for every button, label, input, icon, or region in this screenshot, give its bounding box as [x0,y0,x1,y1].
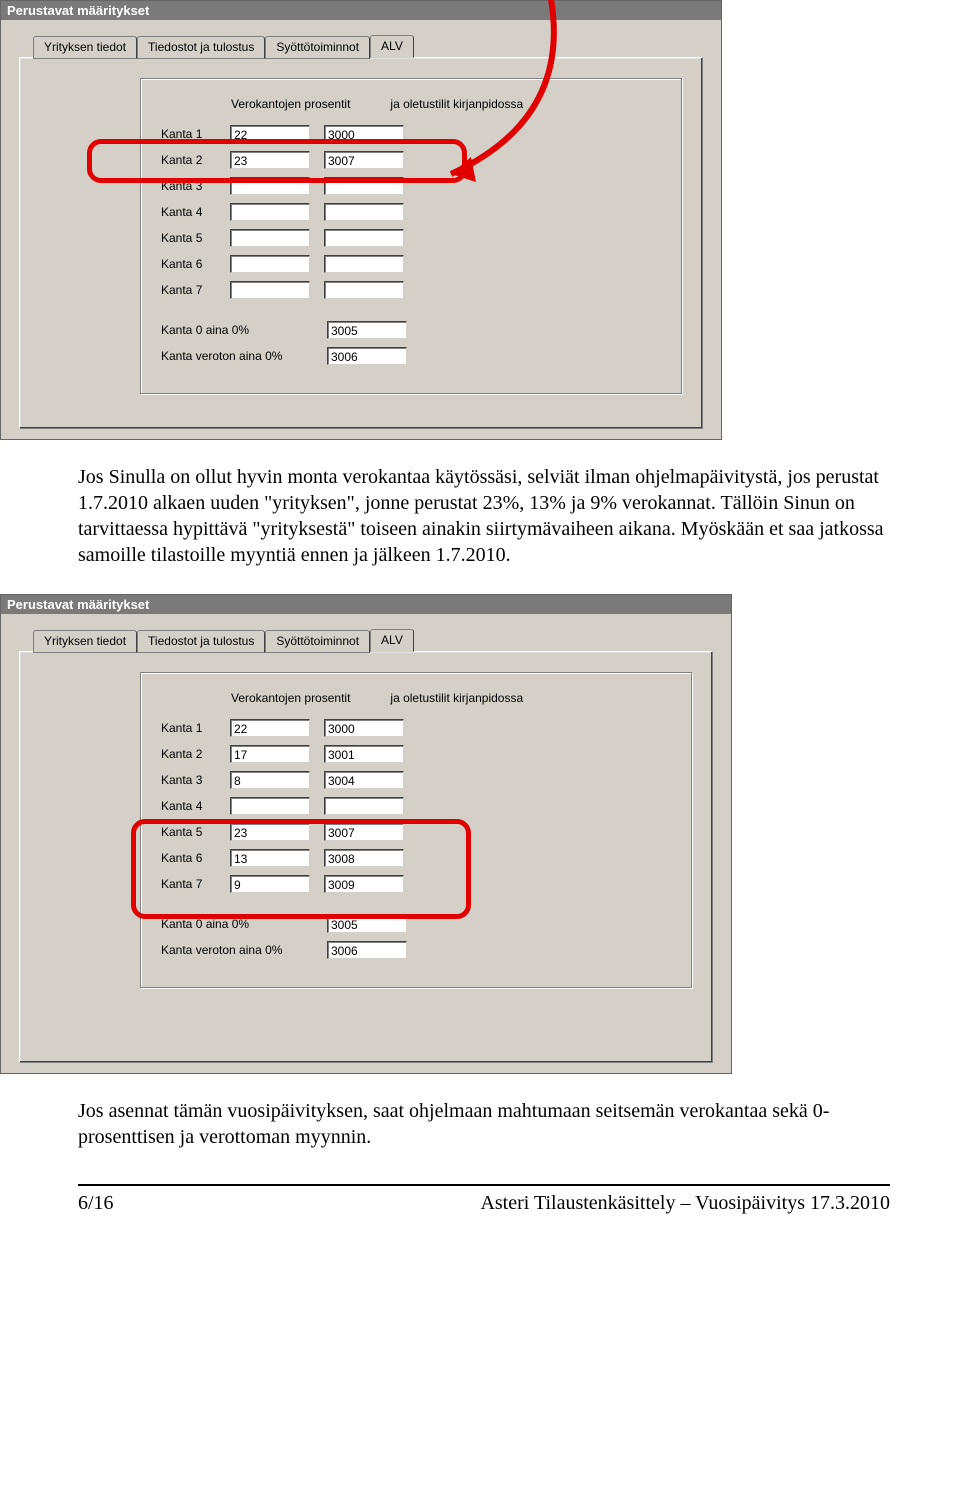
tab-pane-alv: Verokantojen prosentit ja oletustilit ki… [19,651,713,1063]
rate-input-1[interactable]: 22 [230,125,310,143]
kanta-row-4: Kanta 4 [161,203,661,221]
footer-title: Asteri Tilaustenkäsittely – Vuosipäivity… [480,1192,890,1215]
kanta-row-1: Kanta 1 22 3000 [161,125,661,143]
acct-input-3[interactable] [324,177,404,195]
kanta-label: Kanta 5 [161,231,216,245]
col-header-percent: Verokantojen prosentit [231,97,350,111]
kanta-label: Kanta 1 [161,127,216,141]
kanta-row-2: Kanta 2 23 3007 [161,151,661,169]
kanta-row-5: Kanta 5 23 3007 [161,823,671,841]
acct-input-1[interactable]: 3000 [324,125,404,143]
body-paragraph-2: Jos asennat tämän vuosipäivityksen, saat… [0,1098,960,1150]
tab-bar: Yrityksen tiedot Tiedostot ja tulostus S… [33,34,703,57]
acct-input-4[interactable] [324,797,404,815]
acct-input-5[interactable] [324,229,404,247]
rate-input-6[interactable]: 13 [230,849,310,867]
kanta-label: Kanta 3 [161,179,216,193]
acct-input-6[interactable]: 3008 [324,849,404,867]
acct-input-2[interactable]: 3001 [324,745,404,763]
rate-input-1[interactable]: 22 [230,719,310,737]
acct-input-zero[interactable]: 3005 [327,915,407,933]
kanta-veroton-label: Kanta veroton aina 0% [161,943,313,957]
kanta-label: Kanta 5 [161,825,216,839]
kanta-row-6: Kanta 6 13 3008 [161,849,671,867]
window-title: Perustavat määritykset [1,595,731,614]
tab-company-info[interactable]: Yrityksen tiedot [33,630,137,653]
kanta-veroton-row: Kanta veroton aina 0% 3006 [161,347,661,365]
kanta-row-4: Kanta 4 [161,797,671,815]
vat-group: Verokantojen prosentit ja oletustilit ki… [140,78,682,394]
rate-input-4[interactable] [230,797,310,815]
tab-input-ops[interactable]: Syöttötoiminnot [265,630,370,653]
kanta-label: Kanta 4 [161,205,216,219]
acct-input-3[interactable]: 3004 [324,771,404,789]
kanta-label: Kanta 7 [161,877,216,891]
rate-input-4[interactable] [230,203,310,221]
rate-input-3[interactable]: 8 [230,771,310,789]
acct-input-1[interactable]: 3000 [324,719,404,737]
vat-group: Verokantojen prosentit ja oletustilit ki… [140,672,692,988]
tab-files-print[interactable]: Tiedostot ja tulostus [137,630,265,653]
acct-input-zero[interactable]: 3005 [327,321,407,339]
kanta-zero-row: Kanta 0 aina 0% 3005 [161,321,661,339]
page-footer: 6/16 Asteri Tilaustenkäsittely – Vuosipä… [78,1184,890,1215]
rate-input-7[interactable] [230,281,310,299]
kanta-veroton-label: Kanta veroton aina 0% [161,349,313,363]
tab-alv[interactable]: ALV [370,35,414,58]
col-header-percent: Verokantojen prosentit [231,691,350,705]
rate-input-7[interactable]: 9 [230,875,310,893]
kanta-row-2: Kanta 2 17 3001 [161,745,671,763]
kanta-row-7: Kanta 7 [161,281,661,299]
col-header-account: ja oletustilit kirjanpidossa [390,691,523,705]
kanta-label: Kanta 1 [161,721,216,735]
kanta-row-7: Kanta 7 9 3009 [161,875,671,893]
acct-input-4[interactable] [324,203,404,221]
acct-input-veroton[interactable]: 3006 [327,347,407,365]
settings-window-2: Perustavat määritykset Yrityksen tiedot … [0,594,732,1074]
acct-input-5[interactable]: 3007 [324,823,404,841]
tab-alv[interactable]: ALV [370,629,414,652]
kanta-label: Kanta 6 [161,851,216,865]
rate-input-5[interactable] [230,229,310,247]
tab-input-ops[interactable]: Syöttötoiminnot [265,36,370,59]
rate-input-6[interactable] [230,255,310,273]
tab-files-print[interactable]: Tiedostot ja tulostus [137,36,265,59]
kanta-zero-row: Kanta 0 aina 0% 3005 [161,915,671,933]
kanta-label: Kanta 6 [161,257,216,271]
tab-bar: Yrityksen tiedot Tiedostot ja tulostus S… [33,628,713,651]
rate-input-3[interactable] [230,177,310,195]
kanta-row-1: Kanta 1 22 3000 [161,719,671,737]
rate-input-2[interactable]: 17 [230,745,310,763]
kanta-veroton-row: Kanta veroton aina 0% 3006 [161,941,671,959]
kanta-row-3: Kanta 3 [161,177,661,195]
acct-input-7[interactable] [324,281,404,299]
acct-input-6[interactable] [324,255,404,273]
rate-input-5[interactable]: 23 [230,823,310,841]
window-title: Perustavat määritykset [1,1,721,20]
kanta-row-3: Kanta 3 8 3004 [161,771,671,789]
col-header-account: ja oletustilit kirjanpidossa [390,97,523,111]
page-number: 6/16 [78,1192,114,1215]
kanta-row-5: Kanta 5 [161,229,661,247]
settings-window-1: Perustavat määritykset Yrityksen tiedot … [0,0,722,440]
kanta-zero-label: Kanta 0 aina 0% [161,917,313,931]
acct-input-veroton[interactable]: 3006 [327,941,407,959]
kanta-label: Kanta 2 [161,153,216,167]
kanta-zero-label: Kanta 0 aina 0% [161,323,313,337]
kanta-label: Kanta 3 [161,773,216,787]
acct-input-2[interactable]: 3007 [324,151,404,169]
body-paragraph-1: Jos Sinulla on ollut hyvin monta verokan… [0,464,960,568]
tab-company-info[interactable]: Yrityksen tiedot [33,36,137,59]
rate-input-2[interactable]: 23 [230,151,310,169]
kanta-row-6: Kanta 6 [161,255,661,273]
kanta-label: Kanta 2 [161,747,216,761]
kanta-label: Kanta 4 [161,799,216,813]
kanta-label: Kanta 7 [161,283,216,297]
acct-input-7[interactable]: 3009 [324,875,404,893]
tab-pane-alv: Verokantojen prosentit ja oletustilit ki… [19,57,703,429]
